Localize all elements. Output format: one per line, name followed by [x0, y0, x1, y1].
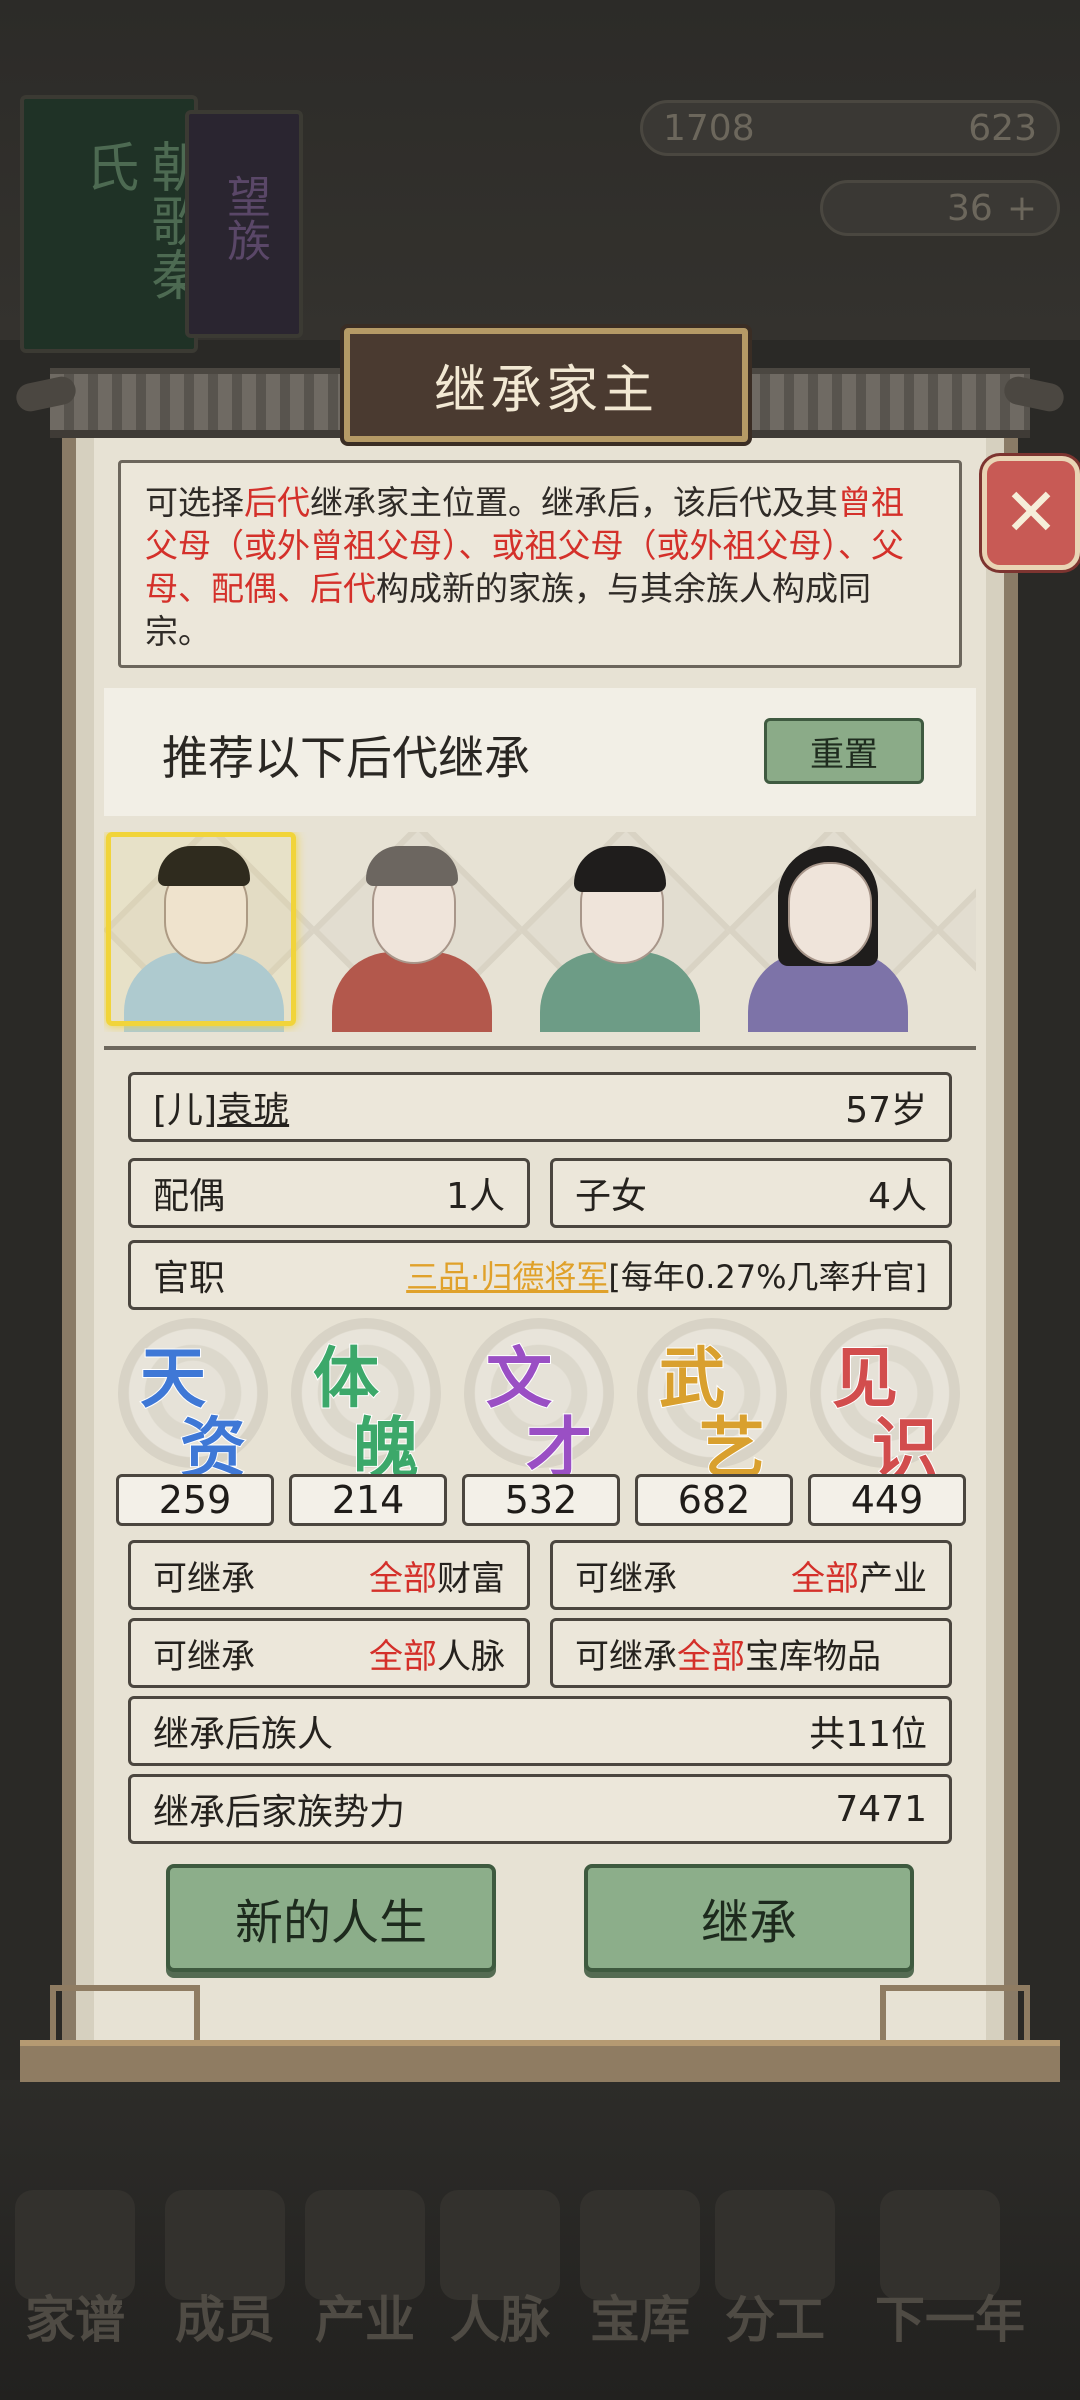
person-name-link[interactable]: 袁琥	[217, 1090, 289, 1131]
members-after-row: 继承后族人 共11位	[128, 1696, 952, 1766]
recommend-title: 推荐以下后代继承	[162, 731, 530, 785]
base-rail-right	[880, 1985, 1030, 2040]
recommend-bar: 推荐以下后代继承 重置	[104, 688, 976, 816]
inherit-network-suffix: 人脉	[437, 1636, 505, 1677]
members-after-value: 共11位	[809, 1714, 927, 1755]
reset-button[interactable]: 重置	[764, 718, 924, 784]
nav-genealogy: 家谱	[25, 2291, 125, 2349]
dialog-title-plaque: 继承家主	[344, 328, 748, 442]
office-row: 官职 三品·归德将军[每年0.27%几率升官]	[128, 1240, 952, 1310]
clan-rank-book: 望族	[185, 110, 303, 338]
candidate-4-partial[interactable]	[934, 832, 976, 1032]
selected-frame	[106, 832, 296, 1026]
inherit-button[interactable]: 继承	[584, 1864, 914, 1972]
power-after-row: 继承后家族势力 7471	[128, 1774, 952, 1844]
candidate-list	[104, 832, 976, 1032]
inherit-description: 可选择后代继承家主位置。继承后，该后代及其曾祖父母（或外曾祖父母）、或祖父母（或…	[118, 460, 962, 668]
nav-members: 成员	[175, 2291, 275, 2349]
stat-martial-value: 682	[635, 1474, 793, 1526]
desc-highlight-1: 后代	[244, 483, 310, 522]
children-count: 4人	[868, 1176, 927, 1217]
stat-insight-value: 449	[808, 1474, 966, 1526]
inherit-wealth-suffix: 财富	[437, 1558, 505, 1599]
gold-count: 36	[947, 187, 993, 229]
gold-bar: 36 +	[820, 180, 1060, 236]
children-row: 子女 4人	[550, 1158, 952, 1228]
inherit-treasury-prefix: 可继承	[575, 1636, 677, 1677]
office-label: 官职	[153, 1258, 226, 1299]
desc-text-1: 可选择	[145, 483, 244, 522]
close-button[interactable]: ✕	[982, 456, 1080, 570]
resource-bar: 1708 623	[640, 100, 1060, 156]
person-age: 57岁	[845, 1090, 927, 1131]
stat-talent-value: 259	[116, 1474, 274, 1526]
candidate-0[interactable]	[104, 832, 318, 1032]
nav-industry: 产业	[315, 2291, 415, 2349]
dialog-base	[20, 2040, 1060, 2082]
relation-label: [儿]	[153, 1090, 218, 1131]
desc-text-2: 继承家主位置。继承后，该后代及其	[310, 483, 838, 522]
spouse-count: 1人	[446, 1176, 505, 1217]
inherit-wealth-prefix: 可继承	[153, 1558, 255, 1599]
inherit-treasury-row: 可继承全部宝库物品	[550, 1618, 952, 1688]
power-after-label: 继承后家族势力	[153, 1792, 406, 1833]
candidate-3[interactable]	[726, 832, 942, 1032]
close-x-icon: ✕	[1003, 474, 1059, 551]
stat-physique-value: 214	[289, 1474, 447, 1526]
office-title-link[interactable]: 三品·归德将军	[406, 1258, 608, 1296]
power-after-value: 7471	[835, 1788, 927, 1830]
nav-treasury: 宝库	[590, 2291, 690, 2349]
nav-next-year: 下一年	[875, 2291, 1025, 2349]
spouse-row: 配偶 1人	[128, 1158, 530, 1228]
candidate-2[interactable]	[518, 832, 734, 1032]
spouse-label: 配偶	[153, 1176, 226, 1217]
person-name-row: [儿]袁琥 57岁	[128, 1072, 952, 1142]
inherit-network-prefix: 可继承	[153, 1636, 255, 1677]
section-divider	[104, 1046, 976, 1050]
nav-network: 人脉	[450, 2291, 550, 2349]
copper-coin-count: 623	[968, 107, 1037, 149]
inherit-wealth-row: 可继承 全部财富	[128, 1540, 530, 1610]
inherit-treasury-highlight: 全部	[677, 1636, 745, 1677]
inherit-treasury-suffix: 宝库物品	[745, 1636, 881, 1677]
clan-book: 朝歌秦氏	[20, 95, 205, 353]
members-after-label: 继承后族人	[153, 1714, 334, 1755]
inherit-network-highlight: 全部	[369, 1636, 437, 1677]
base-rail-left	[50, 1985, 200, 2040]
inherit-industry-suffix: 产业	[859, 1558, 927, 1599]
children-label: 子女	[575, 1176, 648, 1217]
inherit-network-row: 可继承 全部人脉	[128, 1618, 530, 1688]
plus-icon: +	[1006, 187, 1037, 229]
inherit-industry-highlight: 全部	[791, 1558, 859, 1599]
candidate-1[interactable]	[310, 832, 526, 1032]
new-life-button[interactable]: 新的人生	[166, 1864, 496, 1972]
promotion-chance: [每年0.27%几率升官]	[608, 1258, 927, 1296]
inherit-industry-row: 可继承 全部产业	[550, 1540, 952, 1610]
inherit-industry-prefix: 可继承	[575, 1558, 677, 1599]
clan-rank-label: 望族	[219, 174, 270, 262]
inherit-wealth-highlight: 全部	[369, 1558, 437, 1599]
stat-literacy-value: 532	[462, 1474, 620, 1526]
gold-ingot-count: 1708	[663, 107, 755, 149]
nav-division: 分工	[725, 2291, 825, 2349]
dialog-title: 继承家主	[433, 360, 658, 421]
